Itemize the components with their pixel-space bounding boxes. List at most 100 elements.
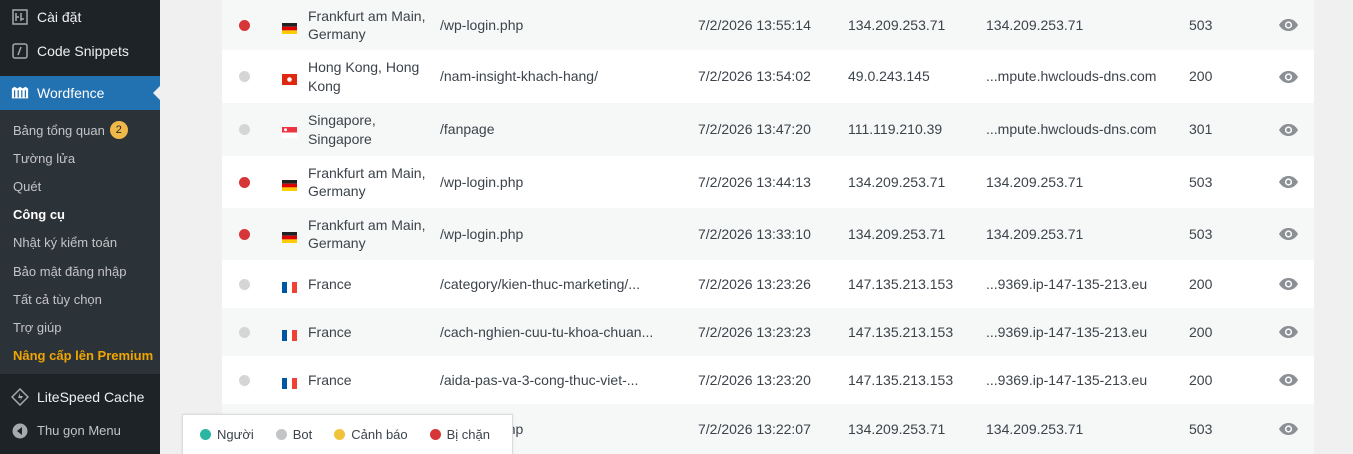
response-code: 503 <box>1189 225 1213 242</box>
timestamp: 7/2/2026 13:55:14 <box>698 16 811 33</box>
response-code: 503 <box>1189 420 1213 437</box>
response-code: 503 <box>1189 173 1213 190</box>
status-legend: Người Bot Cảnh báo Bị chặn <box>182 414 513 454</box>
hostname: 134.209.253.71 <box>986 16 1084 33</box>
view-details-eye-icon[interactable] <box>1278 175 1299 189</box>
legend-label: Cảnh báo <box>351 427 408 442</box>
litespeed-icon <box>11 387 29 406</box>
submenu-scan[interactable]: Quét <box>0 172 160 200</box>
menu-code-snippets-label: Code Snippets <box>37 43 129 59</box>
table-row[interactable]: France/aida-pas-va-3-cong-thuc-viet-... 7… <box>222 356 1314 404</box>
hostname: ...mpute.hwclouds-dns.com <box>986 68 1157 85</box>
response-code: 200 <box>1189 68 1213 85</box>
menu-settings-label: Cài đặt <box>37 9 82 25</box>
request-url[interactable]: /category/kien-thuc-marketing/... <box>440 275 652 294</box>
status-dot <box>239 228 250 240</box>
menu-litespeed-label: LiteSpeed Cache <box>37 388 145 405</box>
response-code: 200 <box>1189 371 1213 388</box>
submenu-tools[interactable]: Công cụ <box>0 201 160 229</box>
table-row[interactable]: Frankfurt am Main, Germany/wp-login.php 7… <box>222 0 1314 50</box>
submenu-all-options[interactable]: Tất cả tùy chọn <box>0 285 160 313</box>
country-flag-icon <box>282 375 297 389</box>
request-url[interactable]: /cach-nghien-cuu-tu-khoa-chuan... <box>440 323 652 342</box>
submenu-help[interactable]: Trợ giúp <box>0 313 160 341</box>
response-code: 301 <box>1189 121 1213 138</box>
request-url[interactable]: /wp-login.php <box>440 225 652 244</box>
status-dot <box>239 278 250 290</box>
location: France <box>308 275 352 292</box>
ip-address[interactable]: 134.209.253.71 <box>848 420 945 439</box>
request-url[interactable]: /wp-login.php <box>440 16 652 35</box>
view-details-eye-icon[interactable] <box>1278 422 1299 436</box>
location: Frankfurt am Main, Germany <box>308 164 426 200</box>
submenu-firewall[interactable]: Tường lửa <box>0 144 160 172</box>
table-row[interactable]: France/cach-nghien-cuu-tu-khoa-chuan... 7… <box>222 308 1314 356</box>
settings-icon <box>11 8 29 26</box>
legend-dot-bot <box>275 429 287 440</box>
submenu-dashboard[interactable]: Bảng tổng quan 2 <box>0 116 160 144</box>
submenu-audit-log[interactable]: Nhật ký kiểm toán <box>0 229 160 257</box>
country-flag-icon <box>282 20 297 34</box>
ip-address[interactable]: 134.209.253.71 <box>848 173 945 192</box>
ip-address[interactable]: 49.0.243.145 <box>848 67 930 86</box>
legend-label: Bị chặn <box>446 427 491 442</box>
timestamp: 7/2/2026 13:54:02 <box>698 68 811 85</box>
menu-wordfence[interactable]: Wordfence <box>0 76 161 110</box>
timestamp: 7/2/2026 13:33:10 <box>698 225 811 242</box>
ip-address[interactable]: 147.135.213.153 <box>848 275 953 294</box>
menu-code-snippets[interactable]: Code Snippets <box>0 34 160 68</box>
table-row[interactable]: Singapore, Singapore/fanpage 7/2/2026 13:… <box>222 103 1314 156</box>
status-dot <box>239 124 250 135</box>
notification-badge: 2 <box>109 121 128 140</box>
ip-address[interactable]: 111.119.210.39 <box>848 120 942 139</box>
timestamp: 7/2/2026 13:23:23 <box>698 323 811 340</box>
submenu-upgrade-premium[interactable]: Nâng cấp lên Premium <box>0 342 160 370</box>
table-row[interactable]: Frankfurt am Main, Germany/wp-login.php 7… <box>222 156 1314 208</box>
country-flag-icon <box>282 327 297 341</box>
request-url[interactable]: /aida-pas-va-3-cong-thuc-viet-... <box>440 371 652 390</box>
ip-address[interactable]: 147.135.213.153 <box>848 323 953 342</box>
submenu-login-security[interactable]: Bảo mật đăng nhập <box>0 257 160 285</box>
ip-address[interactable]: 147.135.213.153 <box>848 371 953 390</box>
admin-sidebar: Cài đặt Code Snippets Wordfence Bảng tổn… <box>0 0 161 454</box>
menu-litespeed-cache[interactable]: LiteSpeed Cache <box>0 380 160 414</box>
timestamp: 7/2/2026 13:44:13 <box>698 173 811 190</box>
country-flag-icon <box>282 71 297 85</box>
country-flag-icon <box>282 177 297 191</box>
table-row[interactable]: Frankfurt am Main, Germany/wp-login.php 7… <box>222 208 1314 260</box>
request-url[interactable]: /wp-login.php <box>440 173 652 192</box>
view-details-eye-icon[interactable] <box>1278 70 1299 84</box>
view-details-eye-icon[interactable] <box>1278 325 1299 339</box>
table-row[interactable]: Hong Kong, Hong Kong/nam-insight-khach-h… <box>222 50 1314 103</box>
hostname: 134.209.253.71 <box>986 173 1084 190</box>
legend-bot: Bot <box>275 427 312 442</box>
menu-collapse[interactable]: Thu gọn Menu <box>0 414 160 448</box>
view-details-eye-icon[interactable] <box>1278 373 1299 387</box>
hostname: ...9369.ip-147-135-213.eu <box>986 275 1148 292</box>
legend-label: Người <box>217 427 254 442</box>
ip-address[interactable]: 134.209.253.71 <box>848 16 945 35</box>
status-dot <box>239 71 250 82</box>
hostname: ...9369.ip-147-135-213.eu <box>986 323 1148 340</box>
legend-dot-blocked <box>429 429 441 440</box>
view-details-eye-icon[interactable] <box>1278 227 1299 241</box>
menu-settings[interactable]: Cài đặt <box>0 0 160 34</box>
collapse-icon <box>11 422 29 440</box>
legend-human: Người <box>200 427 254 442</box>
status-dot <box>239 19 250 31</box>
timestamp: 7/2/2026 13:22:07 <box>698 420 811 437</box>
country-flag-icon <box>282 279 297 293</box>
legend-dot-human <box>200 429 211 440</box>
ip-address[interactable]: 134.209.253.71 <box>848 225 945 244</box>
timestamp: 7/2/2026 13:23:20 <box>698 371 811 388</box>
view-details-eye-icon[interactable] <box>1278 18 1299 32</box>
response-code: 503 <box>1189 16 1213 33</box>
request-url[interactable]: /fanpage <box>440 120 652 139</box>
table-row[interactable]: France/category/kien-thuc-marketing/... 7… <box>222 260 1314 308</box>
view-details-eye-icon[interactable] <box>1278 123 1299 137</box>
menu-wordfence-label: Wordfence <box>37 85 105 101</box>
legend-warning: Cảnh báo <box>334 427 408 442</box>
hostname: 134.209.253.71 <box>986 225 1084 242</box>
request-url[interactable]: /nam-insight-khach-hang/ <box>440 67 652 86</box>
view-details-eye-icon[interactable] <box>1278 277 1299 291</box>
